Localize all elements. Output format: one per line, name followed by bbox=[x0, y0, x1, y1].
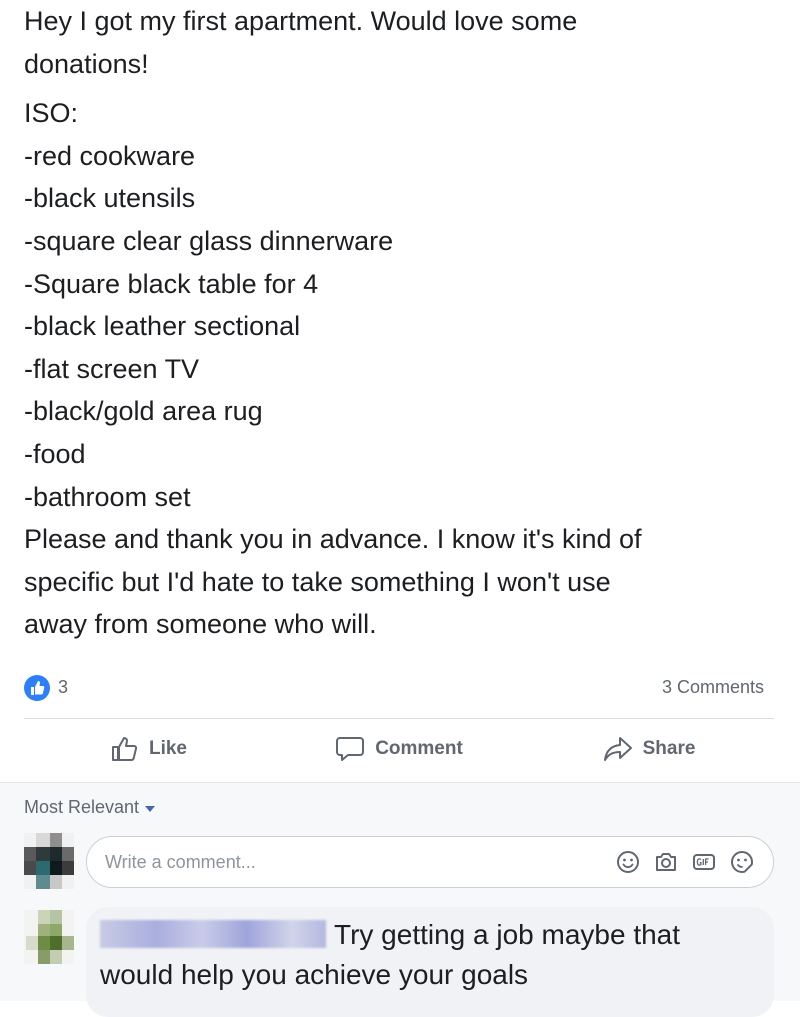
reactions-bar: 3 3 Comments bbox=[24, 674, 764, 702]
caret-down-icon bbox=[145, 805, 156, 812]
like-label: Like bbox=[148, 738, 188, 759]
iso-item: -black/gold area rug bbox=[24, 396, 263, 427]
thumbs-up-icon[interactable] bbox=[24, 675, 50, 701]
share-label: Share bbox=[642, 738, 696, 759]
camera-icon[interactable] bbox=[653, 849, 679, 875]
post-intro-line-2: donations! bbox=[24, 48, 149, 79]
comment-bubble: Try getting a job maybe that would help … bbox=[86, 907, 774, 1017]
commenter-avatar[interactable] bbox=[24, 910, 74, 964]
share-button[interactable]: Share bbox=[524, 722, 774, 776]
sort-label: Most Relevant bbox=[24, 797, 140, 817]
iso-item: -square clear glass dinnerware bbox=[24, 225, 394, 256]
iso-item: -Square black table for 4 bbox=[24, 268, 319, 299]
post-outro-line-2: specific but I'd hate to take something … bbox=[24, 566, 611, 597]
like-button[interactable]: Like bbox=[24, 722, 274, 776]
divider bbox=[24, 718, 774, 719]
iso-item: -bathroom set bbox=[24, 481, 191, 512]
iso-item: -food bbox=[24, 438, 86, 469]
iso-item: -black leather sectional bbox=[24, 311, 301, 342]
iso-heading: ISO: bbox=[24, 98, 79, 129]
post-actions: Like Comment Share bbox=[24, 722, 774, 776]
comment-text: Try getting a job maybe that would help … bbox=[100, 919, 681, 990]
comment-sort-dropdown[interactable]: Most Relevant bbox=[24, 797, 156, 818]
gif-icon[interactable] bbox=[691, 849, 717, 875]
smiley-icon[interactable] bbox=[615, 849, 641, 875]
comment-input[interactable] bbox=[105, 837, 585, 887]
iso-item: -flat screen TV bbox=[24, 353, 200, 384]
comment-composer bbox=[86, 836, 774, 888]
composer-icons bbox=[615, 849, 755, 875]
thumbs-up-outline-icon bbox=[111, 736, 139, 762]
post-outro-line-1: Please and thank you in advance. I know … bbox=[24, 524, 642, 555]
current-user-avatar[interactable] bbox=[24, 833, 74, 889]
comment-count-link[interactable]: 3 Comments bbox=[662, 677, 764, 698]
post-outro-line-3: away from someone who will. bbox=[24, 609, 377, 640]
iso-item: -red cookware bbox=[24, 140, 196, 171]
post-body: Hey I got my first apartment. Would love… bbox=[24, 0, 784, 646]
iso-item: -black utensils bbox=[24, 183, 196, 214]
like-count[interactable]: 3 bbox=[58, 677, 68, 698]
sticker-icon[interactable] bbox=[729, 849, 755, 875]
comment-label: Comment bbox=[375, 738, 463, 759]
share-arrow-icon bbox=[603, 736, 633, 762]
comment-button[interactable]: Comment bbox=[274, 722, 524, 776]
comment-bubble-icon bbox=[335, 736, 365, 762]
iso-list: -red cookware -black utensils -square cl… bbox=[24, 135, 784, 518]
post-intro-line-1: Hey I got my first apartment. Would love… bbox=[24, 6, 578, 36]
